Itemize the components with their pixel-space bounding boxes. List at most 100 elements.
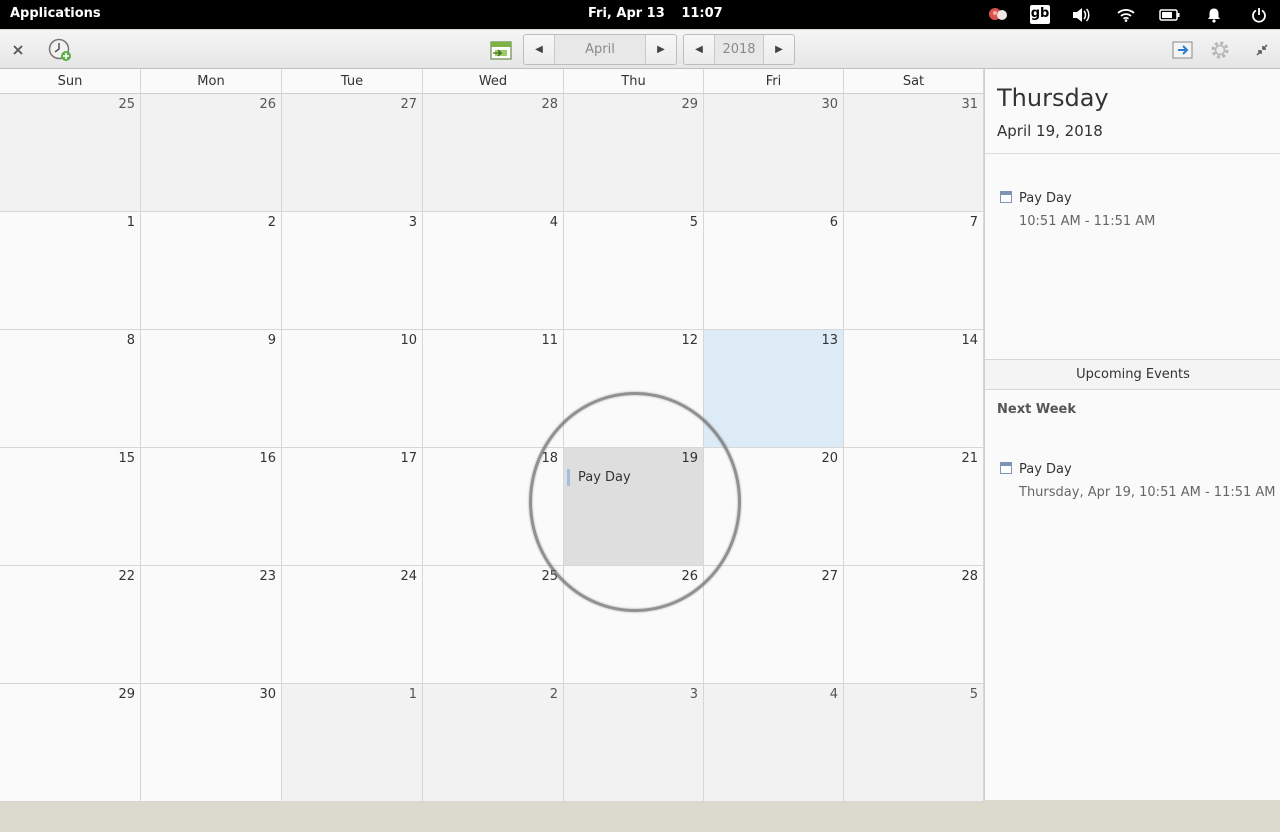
day-event-title: Pay Day <box>1019 191 1072 206</box>
day-cell[interactable]: 4 <box>704 684 844 802</box>
add-event-clock-icon[interactable] <box>47 37 73 63</box>
prev-month-button[interactable]: ◀ <box>524 35 554 64</box>
day-number: 2 <box>267 215 276 230</box>
day-cell[interactable]: 1 <box>0 212 141 330</box>
weekday-label-mon: Mon <box>141 69 282 93</box>
day-number: 26 <box>681 569 698 584</box>
day-number: 13 <box>821 333 838 348</box>
day-number: 11 <box>541 333 558 348</box>
day-cell[interactable]: 12 <box>564 330 704 448</box>
sidebar: Thursday April 19, 2018 Pay Day 10:51 AM… <box>984 69 1280 800</box>
panel-clock[interactable]: Fri, Apr 13 11:07 <box>588 6 723 21</box>
battery-icon[interactable] <box>1158 5 1182 24</box>
day-number: 22 <box>118 569 135 584</box>
day-cell[interactable]: 28 <box>423 94 564 212</box>
day-cell[interactable]: 10 <box>282 330 423 448</box>
day-cell[interactable]: 26 <box>141 94 282 212</box>
day-cell[interactable]: 6 <box>704 212 844 330</box>
day-number: 6 <box>829 215 838 230</box>
day-cell[interactable]: 8 <box>0 330 141 448</box>
selected-date: April 19, 2018 <box>997 122 1103 140</box>
day-cell[interactable]: 29 <box>564 94 704 212</box>
day-cell[interactable]: 23 <box>141 566 282 684</box>
day-cell[interactable]: 1 <box>282 684 423 802</box>
weekday-label-sat: Sat <box>844 69 984 93</box>
day-cell[interactable]: 2 <box>141 212 282 330</box>
day-number: 8 <box>126 333 135 348</box>
day-cell[interactable]: 25 <box>0 94 141 212</box>
upcoming-event-title: Pay Day <box>1019 462 1072 477</box>
weekday-header: Sun Mon Tue Wed Thu Fri Sat <box>0 69 984 94</box>
headerbar: ◀ April ▶ ◀ 2018 ▶ <box>0 30 1280 69</box>
day-cell-selected[interactable]: 19 Pay Day <box>564 448 704 566</box>
day-number: 28 <box>541 97 558 112</box>
day-cell[interactable]: 27 <box>282 94 423 212</box>
day-cell[interactable]: 20 <box>704 448 844 566</box>
day-number: 19 <box>681 451 698 466</box>
day-cell[interactable]: 2 <box>423 684 564 802</box>
calendar-event-chip[interactable]: Pay Day <box>567 469 631 486</box>
day-number: 16 <box>259 451 276 466</box>
day-cell[interactable]: 31 <box>844 94 984 212</box>
next-month-button[interactable]: ▶ <box>646 35 676 64</box>
day-number: 4 <box>549 215 558 230</box>
day-cell[interactable]: 11 <box>423 330 564 448</box>
close-icon[interactable] <box>8 40 28 60</box>
export-icon[interactable] <box>1171 38 1195 62</box>
day-number: 24 <box>400 569 417 584</box>
day-cell[interactable]: 18 <box>423 448 564 566</box>
day-cell[interactable]: 30 <box>141 684 282 802</box>
day-cell[interactable]: 21 <box>844 448 984 566</box>
day-cell[interactable]: 14 <box>844 330 984 448</box>
month-grid: Sun Mon Tue Wed Thu Fri Sat 25 26 27 28 29 30 31 1 2 3 4… <box>0 69 984 802</box>
day-cell[interactable]: 26 <box>564 566 704 684</box>
weekday-label-wed: Wed <box>423 69 564 93</box>
next-year-button[interactable]: ▶ <box>764 35 794 64</box>
day-cell[interactable]: 5 <box>564 212 704 330</box>
day-cell[interactable]: 29 <box>0 684 141 802</box>
today-calendar-icon[interactable] <box>489 38 513 62</box>
day-number: 7 <box>969 215 978 230</box>
day-cell[interactable]: 22 <box>0 566 141 684</box>
day-number: 25 <box>118 97 135 112</box>
day-number: 31 <box>961 97 978 112</box>
day-number: 3 <box>408 215 417 230</box>
prev-year-button[interactable]: ◀ <box>684 35 714 64</box>
day-cell[interactable]: 28 <box>844 566 984 684</box>
restore-icon[interactable] <box>1252 40 1272 60</box>
bell-icon[interactable] <box>1204 5 1224 24</box>
day-number: 15 <box>118 451 135 466</box>
weekday-label-fri: Fri <box>704 69 844 93</box>
day-cell[interactable]: 7 <box>844 212 984 330</box>
day-number: 29 <box>118 687 135 702</box>
day-cell[interactable]: 3 <box>564 684 704 802</box>
day-cell[interactable]: 5 <box>844 684 984 802</box>
calendar-event-icon <box>1000 191 1012 203</box>
day-number: 27 <box>821 569 838 584</box>
day-cell[interactable]: 24 <box>282 566 423 684</box>
day-number: 26 <box>259 97 276 112</box>
notification-bubble-icon[interactable] <box>986 5 1010 24</box>
day-cell[interactable]: 25 <box>423 566 564 684</box>
gear-icon[interactable] <box>1207 37 1233 63</box>
upcoming-event-time: Thursday, Apr 19, 10:51 AM - 11:51 AM <box>1019 485 1276 500</box>
day-number: 21 <box>961 451 978 466</box>
applications-menu[interactable]: Applications <box>10 6 101 21</box>
day-number: 30 <box>821 97 838 112</box>
day-event-time: 10:51 AM - 11:51 AM <box>1019 214 1156 229</box>
day-cell[interactable]: 4 <box>423 212 564 330</box>
day-cell[interactable]: 9 <box>141 330 282 448</box>
day-cell[interactable]: 16 <box>141 448 282 566</box>
day-cell[interactable]: 27 <box>704 566 844 684</box>
year-switcher: ◀ 2018 ▶ <box>683 34 795 65</box>
volume-icon[interactable] <box>1071 5 1091 24</box>
day-cell[interactable]: 30 <box>704 94 844 212</box>
day-cell[interactable]: 17 <box>282 448 423 566</box>
keyboard-layout-icon[interactable]: gb <box>1030 5 1050 24</box>
power-icon[interactable] <box>1249 5 1269 24</box>
wifi-icon[interactable] <box>1115 5 1137 24</box>
day-cell-today[interactable]: 13 <box>704 330 844 448</box>
day-number: 28 <box>961 569 978 584</box>
day-cell[interactable]: 15 <box>0 448 141 566</box>
day-cell[interactable]: 3 <box>282 212 423 330</box>
